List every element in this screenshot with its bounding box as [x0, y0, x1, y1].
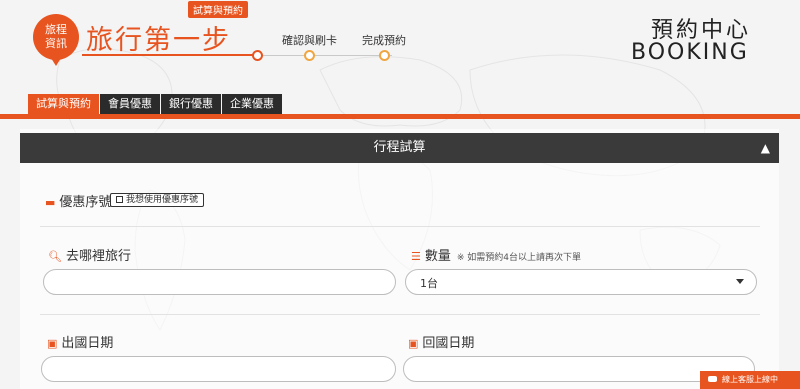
coupon-label: 優惠序號: [59, 195, 112, 210]
tab-member-offers[interactable]: 會員優惠: [100, 94, 160, 114]
quantity-value: 1台: [420, 277, 438, 290]
progress-line: [260, 55, 392, 56]
tab-estimate-booking[interactable]: 試算與預約: [28, 94, 99, 114]
progress-line-active: [82, 54, 258, 56]
step-1-dot: [252, 50, 263, 61]
depart-date-input[interactable]: [41, 356, 396, 382]
quantity-note: ※ 如需預約4台以上請再次下單: [456, 253, 582, 263]
tab-corporate-offers[interactable]: 企業優惠: [222, 94, 282, 114]
card-icon: ▬: [45, 196, 56, 209]
estimate-panel: [20, 129, 779, 389]
use-coupon-label: 我想使用優惠序號: [126, 195, 199, 205]
use-coupon-button[interactable]: 我想使用優惠序號: [110, 193, 205, 207]
calendar-icon: ▣: [408, 337, 419, 350]
step-2-dot: [304, 50, 315, 61]
tab-bank-offers[interactable]: 銀行優惠: [161, 94, 221, 114]
coupon-row: ▬ 優惠序號: [45, 191, 111, 210]
chat-icon: [708, 376, 717, 382]
current-step-badge: 試算與預約: [188, 1, 248, 18]
quantity-select[interactable]: 1台: [405, 269, 757, 295]
destination-label: 去哪裡旅行: [65, 249, 131, 264]
trip-info-badge: 旅程 資訊: [33, 14, 79, 66]
step-2-label: 確認與刷卡: [282, 34, 337, 47]
list-icon: ☰: [411, 250, 421, 263]
divider: [40, 226, 760, 227]
booking-logo-text: BOOKING: [631, 40, 749, 65]
live-chat-label: 線上客服上線中: [722, 375, 778, 384]
step-3-dot: [379, 50, 390, 61]
calendar-icon: ▣: [47, 337, 58, 350]
checkbox-icon: [116, 196, 123, 203]
quantity-row: ☰ 數量 ※ 如需預約4台以上請再次下單: [411, 245, 581, 264]
return-label: 回國日期: [422, 336, 475, 351]
step-title: 旅行第一步: [86, 25, 231, 56]
divider: [40, 314, 760, 315]
step-3-label: 完成預約: [362, 34, 406, 47]
live-chat-button[interactable]: 線上客服上線中: [700, 371, 800, 389]
panel-title: 行程試算: [373, 140, 426, 155]
chevron-down-icon: [736, 279, 744, 284]
return-row: ▣ 回國日期: [408, 332, 474, 351]
depart-row: ▣ 出國日期: [47, 332, 113, 351]
search-icon: 🔍︎: [48, 250, 62, 263]
tab-underline: [0, 114, 800, 119]
trip-info-label: 旅程 資訊: [45, 23, 67, 50]
quantity-label: 數量: [424, 249, 451, 264]
collapse-arrow-icon[interactable]: ▲: [761, 133, 770, 163]
panel-header[interactable]: 行程試算 ▲: [20, 133, 779, 163]
destination-input[interactable]: [43, 269, 396, 295]
destination-row: 🔍︎ 去哪裡旅行: [48, 245, 131, 264]
depart-label: 出國日期: [61, 336, 114, 351]
